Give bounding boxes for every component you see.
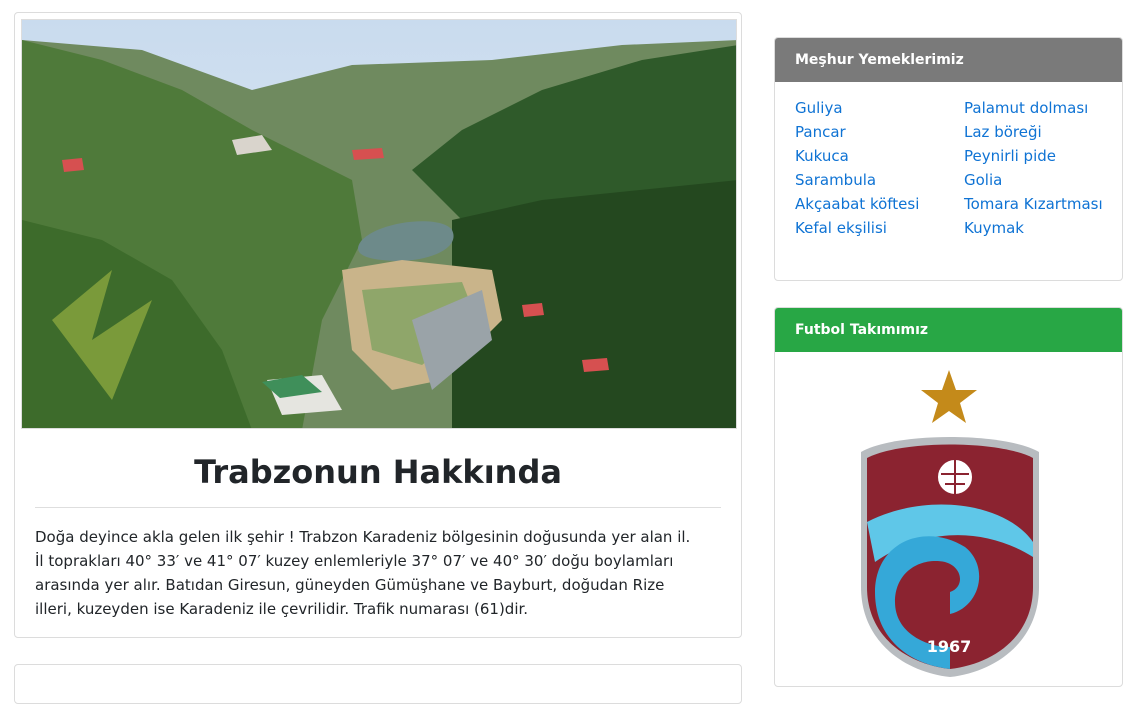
- food-link[interactable]: Golia: [964, 168, 1122, 192]
- food-link[interactable]: Tomara Kızartması: [964, 192, 1122, 216]
- team-card-header: Futbol Takımımız: [775, 308, 1122, 352]
- food-link[interactable]: Guliya: [795, 96, 964, 120]
- food-link[interactable]: Kukuca: [795, 144, 964, 168]
- team-card: Futbol Takımımız 1967: [774, 307, 1123, 687]
- food-link[interactable]: Peynirli pide: [964, 144, 1122, 168]
- trabzon-valley-photo: [21, 19, 737, 429]
- article-card: Trabzonun Hakkında Doğa deyince akla gel…: [14, 12, 742, 638]
- food-link[interactable]: Sarambula: [795, 168, 964, 192]
- crest-year: 1967: [927, 637, 972, 656]
- food-link[interactable]: Palamut dolması: [964, 96, 1122, 120]
- article-title: Trabzonun Hakkında: [194, 453, 562, 491]
- food-list: Guliya Pancar Kukuca Sarambula Akçaabat …: [775, 82, 1122, 240]
- star-icon: [921, 370, 977, 423]
- foods-card: Meşhur Yemeklerimiz Guliya Pancar Kukuca…: [774, 37, 1123, 281]
- title-divider: [35, 507, 721, 508]
- food-link[interactable]: Kuymak: [964, 216, 1122, 240]
- food-link[interactable]: Pancar: [795, 120, 964, 144]
- food-link[interactable]: Laz böreği: [964, 120, 1122, 144]
- food-link[interactable]: Akçaabat köftesi: [795, 192, 964, 216]
- foods-card-header: Meşhur Yemeklerimiz: [775, 38, 1122, 82]
- trabzonspor-crest: 1967: [775, 352, 1122, 686]
- food-link[interactable]: Kefal ekşilisi: [795, 216, 964, 240]
- article-body: Doğa deyince akla gelen ilk şehir ! Trab…: [35, 528, 691, 618]
- next-card: [14, 664, 742, 704]
